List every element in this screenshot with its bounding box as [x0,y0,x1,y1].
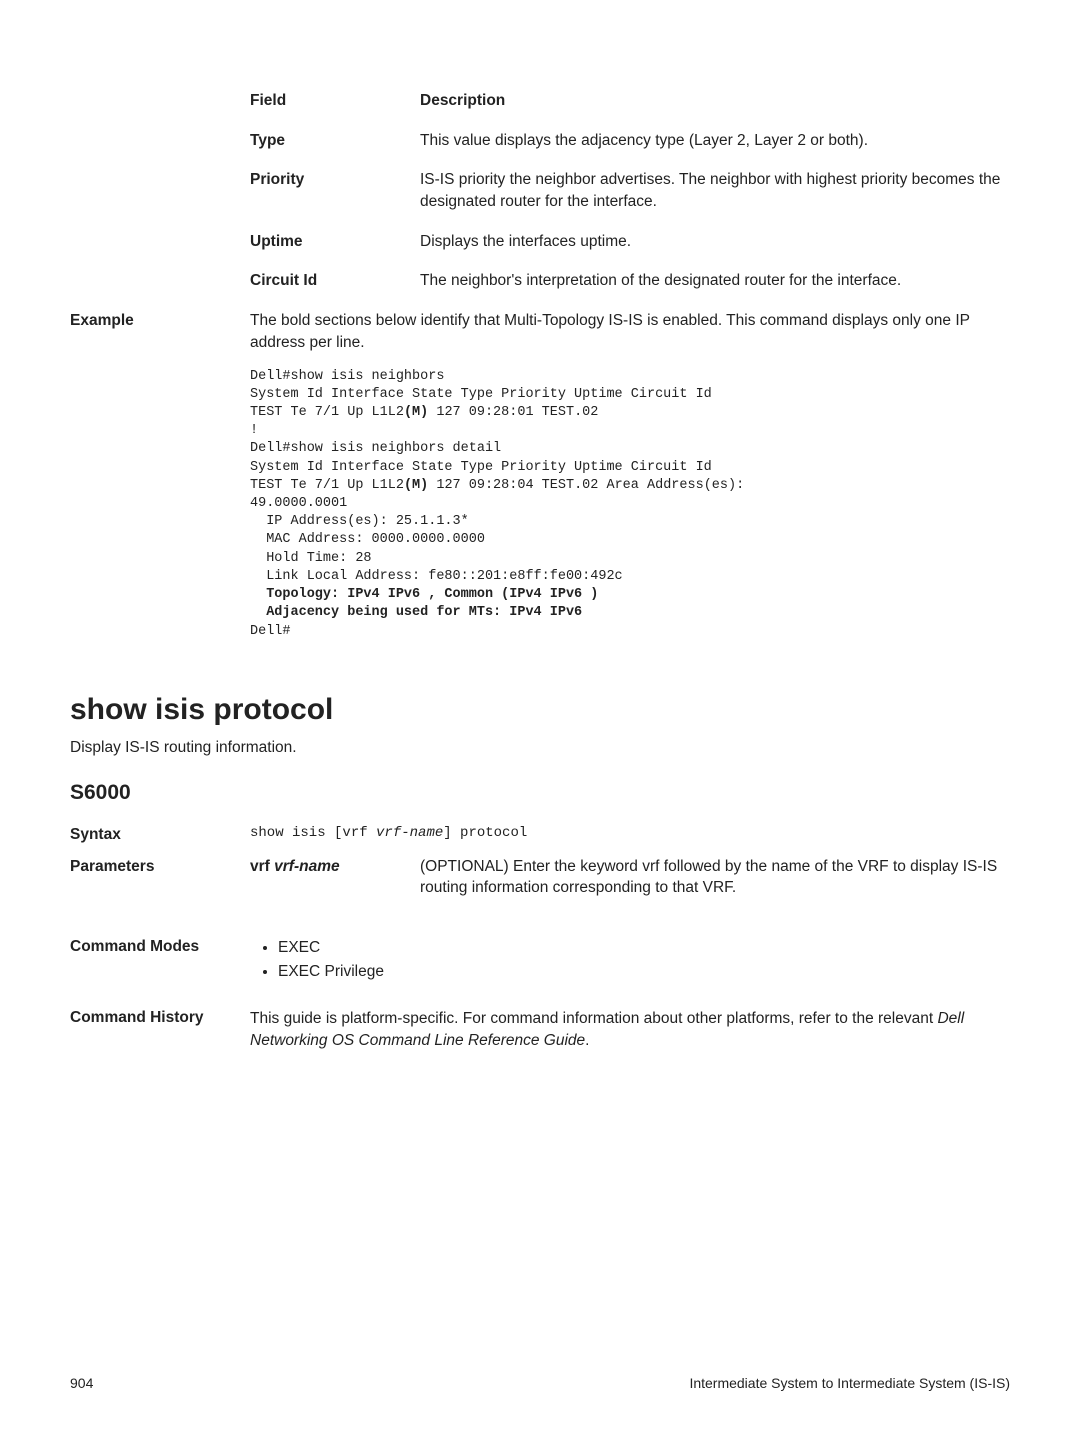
example-intro: The bold sections below identify that Mu… [250,310,1010,353]
command-history-body: This guide is platform-specific. For com… [250,1008,1010,1051]
history-text: . [585,1032,589,1049]
param-row: vrf vrf-name (OPTIONAL) Enter the keywor… [250,856,1010,899]
field-row-circuit-id: Circuit Id The neighbor's interpretation… [250,270,1010,292]
syntax-part: show isis [vrf [250,825,376,841]
example-code: Dell#show isis neighbors System Id Inter… [250,368,1010,641]
parameters-body: vrf vrf-name (OPTIONAL) Enter the keywor… [250,856,1010,927]
command-title: show isis protocol [70,689,1010,731]
code-line: System Id Interface State Type Priority … [250,387,712,402]
code-line: IP Address(es): 25.1.1.3* [250,514,469,529]
code-bold: (M) [404,405,428,420]
mode-item: EXEC Privilege [278,961,384,983]
field-row-uptime: Uptime Displays the interfaces uptime. [250,231,1010,253]
code-line: TEST Te 7/1 Up L1L2 [250,478,404,493]
mode-item: EXEC [278,937,384,959]
command-history-label: Command History [70,1008,250,1028]
code-bold: (M) [404,478,428,493]
syntax-part: ] protocol [443,825,527,841]
field-name: Circuit Id [250,270,420,292]
command-modes-label: Command Modes [70,937,250,957]
command-history-row: Command History This guide is platform-s… [70,1008,1010,1051]
field-name: Uptime [250,231,420,253]
syntax-row: Syntax show isis [vrf vrf-name] protocol [70,824,1010,846]
code-line: Dell#show isis neighbors detail [250,441,501,456]
param-name: vrf vrf-name [250,856,420,899]
fields-header-col1: Field [250,90,420,112]
field-name: Priority [250,169,420,212]
command-modes-row: Command Modes EXEC EXEC Privilege [70,937,1010,984]
code-line: TEST Te 7/1 Up L1L2 [250,405,404,420]
code-line: Dell#show isis neighbors [250,369,444,384]
field-row-type: Type This value displays the adjacency t… [250,130,1010,152]
code-line: System Id Interface State Type Priority … [250,460,712,475]
field-row-priority: Priority IS-IS priority the neighbor adv… [250,169,1010,212]
syntax-var: vrf-name [376,825,443,841]
fields-header-col2: Description [420,90,1010,112]
code-line: 127 09:28:04 TEST.02 Area Address(es): [428,478,744,493]
modes-list: EXEC EXEC Privilege [250,937,384,982]
page-number: 904 [70,1374,93,1394]
code-bold: Topology: IPv4 IPv6 , Common (IPv4 IPv6 … [250,587,598,602]
field-name: Type [250,130,420,152]
code-line: Hold Time: 28 [250,551,372,566]
field-desc: This value displays the adjacency type (… [420,130,1010,152]
example-label: Example [70,310,250,332]
fields-header-row: Field Description [250,90,1010,112]
fields-table: Field Description Type This value displa… [250,90,1010,292]
field-desc: Displays the interfaces uptime. [420,231,1010,253]
code-line: Link Local Address: fe80::201:e8ff:fe00:… [250,569,623,584]
example-section: Example The bold sections below identify… [70,310,1010,641]
page-footer: 904 Intermediate System to Intermediate … [70,1374,1010,1394]
parameters-label: Parameters [70,856,250,878]
command-modes-body: EXEC EXEC Privilege [250,937,384,984]
example-body: The bold sections below identify that Mu… [250,310,1010,641]
code-line: Dell# [250,624,291,639]
param-var: vrf-name [274,858,339,875]
command-subtitle: Display IS-IS routing information. [70,737,1010,759]
syntax-value: show isis [vrf vrf-name] protocol [250,824,527,846]
code-line: 49.0000.0001 [250,496,347,511]
history-text: This guide is platform-specific. For com… [250,1010,937,1027]
field-desc: IS-IS priority the neighbor advertises. … [420,169,1010,212]
footer-title: Intermediate System to Intermediate Syst… [689,1374,1010,1394]
param-prefix: vrf [250,858,274,875]
code-line: 127 09:28:01 TEST.02 [428,405,598,420]
field-desc: The neighbor's interpretation of the des… [420,270,1010,292]
code-bold: Adjacency being used for MTs: IPv4 IPv6 [250,605,582,620]
syntax-label: Syntax [70,824,250,846]
code-line: MAC Address: 0000.0000.0000 [250,532,485,547]
param-desc: (OPTIONAL) Enter the keyword vrf followe… [420,856,1010,899]
code-line: ! [250,423,258,438]
model-heading: S6000 [70,778,1010,807]
parameters-row: Parameters vrf vrf-name (OPTIONAL) Enter… [70,856,1010,927]
